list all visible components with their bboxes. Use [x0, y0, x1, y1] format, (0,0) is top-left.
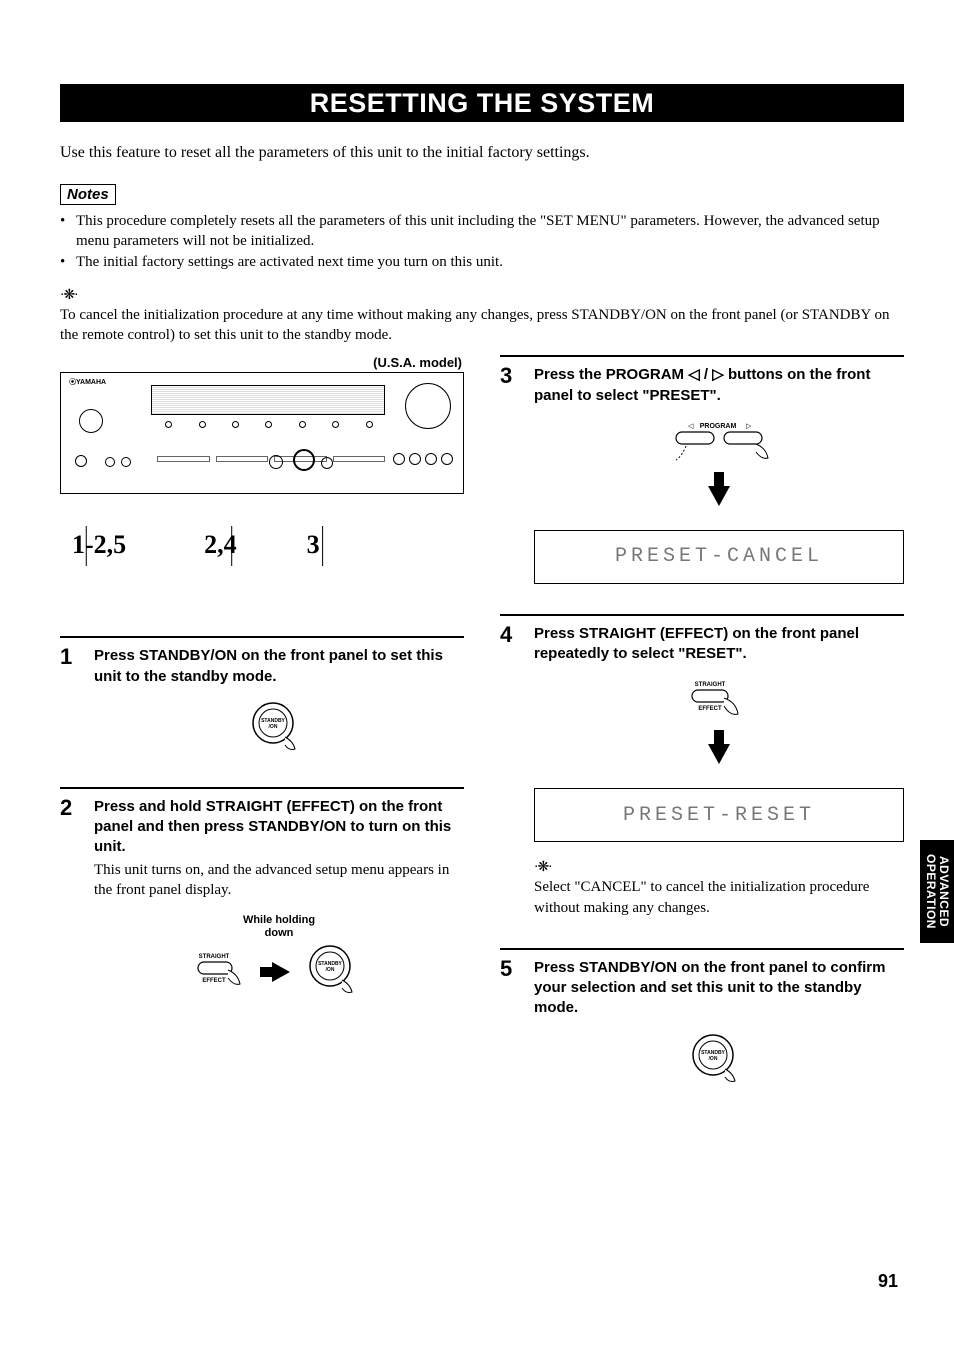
page-title-bar: RESETTING THE SYSTEM — [60, 84, 904, 122]
step-text: Press STRAIGHT (EFFECT) on the front pan… — [534, 624, 904, 665]
standby-knob — [79, 409, 103, 433]
cancel-tip: To cancel the initialization procedure a… — [60, 305, 904, 346]
svg-text:EFFECT: EFFECT — [202, 978, 226, 984]
button-dots — [161, 421, 377, 428]
illus-caption: While holding down — [94, 914, 464, 940]
straight-effect-button-icon: STRAIGHT EFFECT — [684, 678, 754, 726]
model-label: (U.S.A. model) — [60, 355, 464, 370]
callout-layer: 1-2,5 2,4 3 — [60, 530, 464, 606]
step-body: Press STANDBY/ON on the front panel to c… — [534, 958, 904, 1089]
step-1: 1 Press STANDBY/ON on the front panel to… — [60, 636, 464, 757]
program-buttons-icon: ◁ PROGRAM ▷ — [634, 420, 804, 468]
svg-text:PROGRAM: PROGRAM — [700, 423, 737, 430]
note-item: This procedure completely resets all the… — [60, 211, 904, 252]
knob — [105, 457, 115, 467]
step4-tip: ⋅❋⋅ Select "CANCEL" to cancel the initia… — [534, 858, 904, 918]
section-tab: ADVANCED OPERATION — [920, 840, 954, 943]
columns: (U.S.A. model) ⦿YAMAHA — [60, 355, 904, 1088]
svg-text:◁: ◁ — [688, 423, 694, 430]
step-4: 4 Press STRAIGHT (EFFECT) on the front p… — [500, 614, 904, 918]
step-body: Press STANDBY/ON on the front panel to s… — [94, 646, 464, 757]
brand-logo: ⦿YAMAHA — [69, 377, 106, 387]
step-illustration: STRAIGHT EFFECT PRESET-RESET — [534, 678, 904, 842]
knob — [321, 457, 333, 469]
page-title: RESETTING THE SYSTEM — [310, 88, 655, 119]
step-illustration: While holding down STRAIGHT EFFECT — [94, 914, 464, 1000]
step-body: Press STRAIGHT (EFFECT) on the front pan… — [534, 624, 904, 918]
note-item: The initial factory settings are activat… — [60, 252, 904, 272]
standby-button-icon: STANDBY /ON — [308, 944, 364, 1000]
straight-effect-button-icon: STRAIGHT EFFECT — [194, 950, 254, 994]
step-number: 1 — [60, 646, 80, 757]
svg-text:EFFECT: EFFECT — [698, 706, 722, 712]
intro-text: Use this feature to reset all the parame… — [60, 144, 904, 162]
right-column: 3 Press the PROGRAM ◁ / ▷ buttons on the… — [500, 355, 904, 1088]
step-number: 4 — [500, 624, 520, 918]
tip-icon: ⋅❋⋅ — [60, 286, 904, 303]
svg-text:STRAIGHT: STRAIGHT — [695, 682, 726, 688]
tip-icon: ⋅❋⋅ — [534, 858, 904, 875]
notes-list: This procedure completely resets all the… — [60, 211, 904, 272]
receiver-diagram: ⦿YAMAHA — [60, 372, 464, 494]
step-text: Press STANDBY/ON on the front panel to s… — [94, 646, 464, 687]
step-number: 2 — [60, 797, 80, 1001]
left-column: (U.S.A. model) ⦿YAMAHA — [60, 355, 464, 1088]
step-text: Press the PROGRAM ◁ / ▷ buttons on the f… — [534, 365, 904, 406]
step-body: Press the PROGRAM ◁ / ▷ buttons on the f… — [534, 365, 904, 584]
svg-text:/ON: /ON — [326, 967, 335, 973]
step-3: 3 Press the PROGRAM ◁ / ▷ buttons on the… — [500, 355, 904, 584]
arrow-right-icon — [272, 962, 290, 982]
knob — [293, 449, 315, 471]
notes-label: Notes — [60, 184, 116, 205]
volume-dial — [405, 383, 451, 429]
step-number: 5 — [500, 958, 520, 1089]
display-preset-cancel: PRESET-CANCEL — [534, 530, 904, 584]
knob — [121, 457, 131, 467]
step-body: Press and hold STRAIGHT (EFFECT) on the … — [94, 797, 464, 1001]
svg-text:/ON: /ON — [709, 1056, 718, 1062]
step-2: 2 Press and hold STRAIGHT (EFFECT) on th… — [60, 787, 464, 1001]
svg-text:▷: ▷ — [746, 423, 752, 430]
step-number: 3 — [500, 365, 520, 584]
page-number: 91 — [878, 1271, 898, 1292]
step-illustration: STANDBY /ON — [94, 701, 464, 757]
knob — [75, 455, 87, 467]
right-triangle-icon: ▷ — [712, 366, 724, 383]
step-subtext: This unit turns on, and the advanced set… — [94, 860, 464, 901]
standby-button-icon: STANDBY /ON — [251, 701, 307, 757]
arrow-down-icon — [708, 744, 730, 764]
svg-text:STRAIGHT: STRAIGHT — [199, 954, 230, 960]
receiver-display — [151, 385, 385, 415]
step4-tip-text: Select "CANCEL" to cancel the initializa… — [534, 877, 904, 918]
arrow-down-icon — [708, 486, 730, 506]
step-text: Press and hold STRAIGHT (EFFECT) on the … — [94, 797, 464, 858]
display-preset-reset: PRESET-RESET — [534, 788, 904, 842]
step-illustration: STANDBY /ON — [534, 1033, 904, 1089]
callout-lines — [60, 526, 464, 606]
knob — [269, 455, 283, 469]
standby-button-icon: STANDBY /ON — [691, 1033, 747, 1089]
step-5: 5 Press STANDBY/ON on the front panel to… — [500, 948, 904, 1089]
step-text: Press STANDBY/ON on the front panel to c… — [534, 958, 904, 1019]
jack-row — [393, 453, 453, 465]
svg-text:/ON: /ON — [269, 724, 278, 730]
page: RESETTING THE SYSTEM Use this feature to… — [0, 0, 954, 1348]
left-triangle-icon: ◁ — [688, 366, 700, 383]
step-illustration: ◁ PROGRAM ▷ PRESET-CANCEL — [534, 420, 904, 584]
